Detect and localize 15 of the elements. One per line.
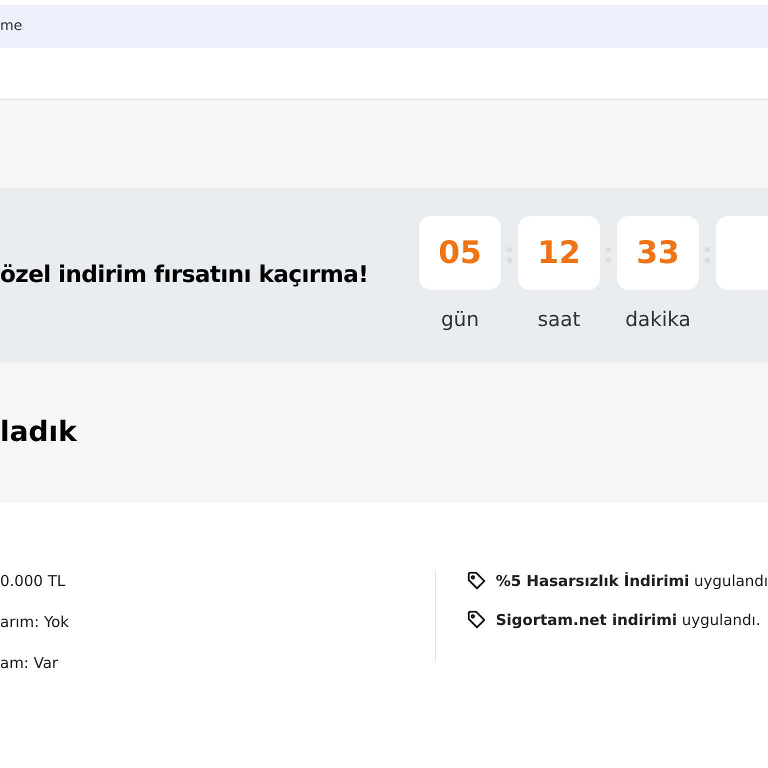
discount-text: %5 Hasarsızlık İndirimi uygulandı bbox=[496, 571, 768, 592]
countdown-value: 12 bbox=[537, 234, 581, 273]
countdown-value: 33 bbox=[636, 234, 680, 273]
discount-text: Sigortam.net indirimi uygulandı. bbox=[496, 610, 760, 630]
detail-text: 0.000 TL bbox=[0, 571, 66, 592]
countdown-unit: gün bbox=[440, 306, 480, 333]
promo-headline: özel indirim fırsatını kaçırma! bbox=[0, 260, 368, 290]
top-bar-text: me bbox=[0, 17, 22, 36]
countdown-unit: saat bbox=[538, 306, 580, 333]
detail-text: am: Var bbox=[0, 653, 60, 674]
countdown-unit: dakika bbox=[625, 306, 691, 333]
countdown-value: 05 bbox=[438, 234, 482, 273]
section-title: ladık bbox=[0, 414, 77, 450]
tag-icon bbox=[466, 608, 488, 631]
detail-text: arım: Yok bbox=[0, 612, 70, 633]
